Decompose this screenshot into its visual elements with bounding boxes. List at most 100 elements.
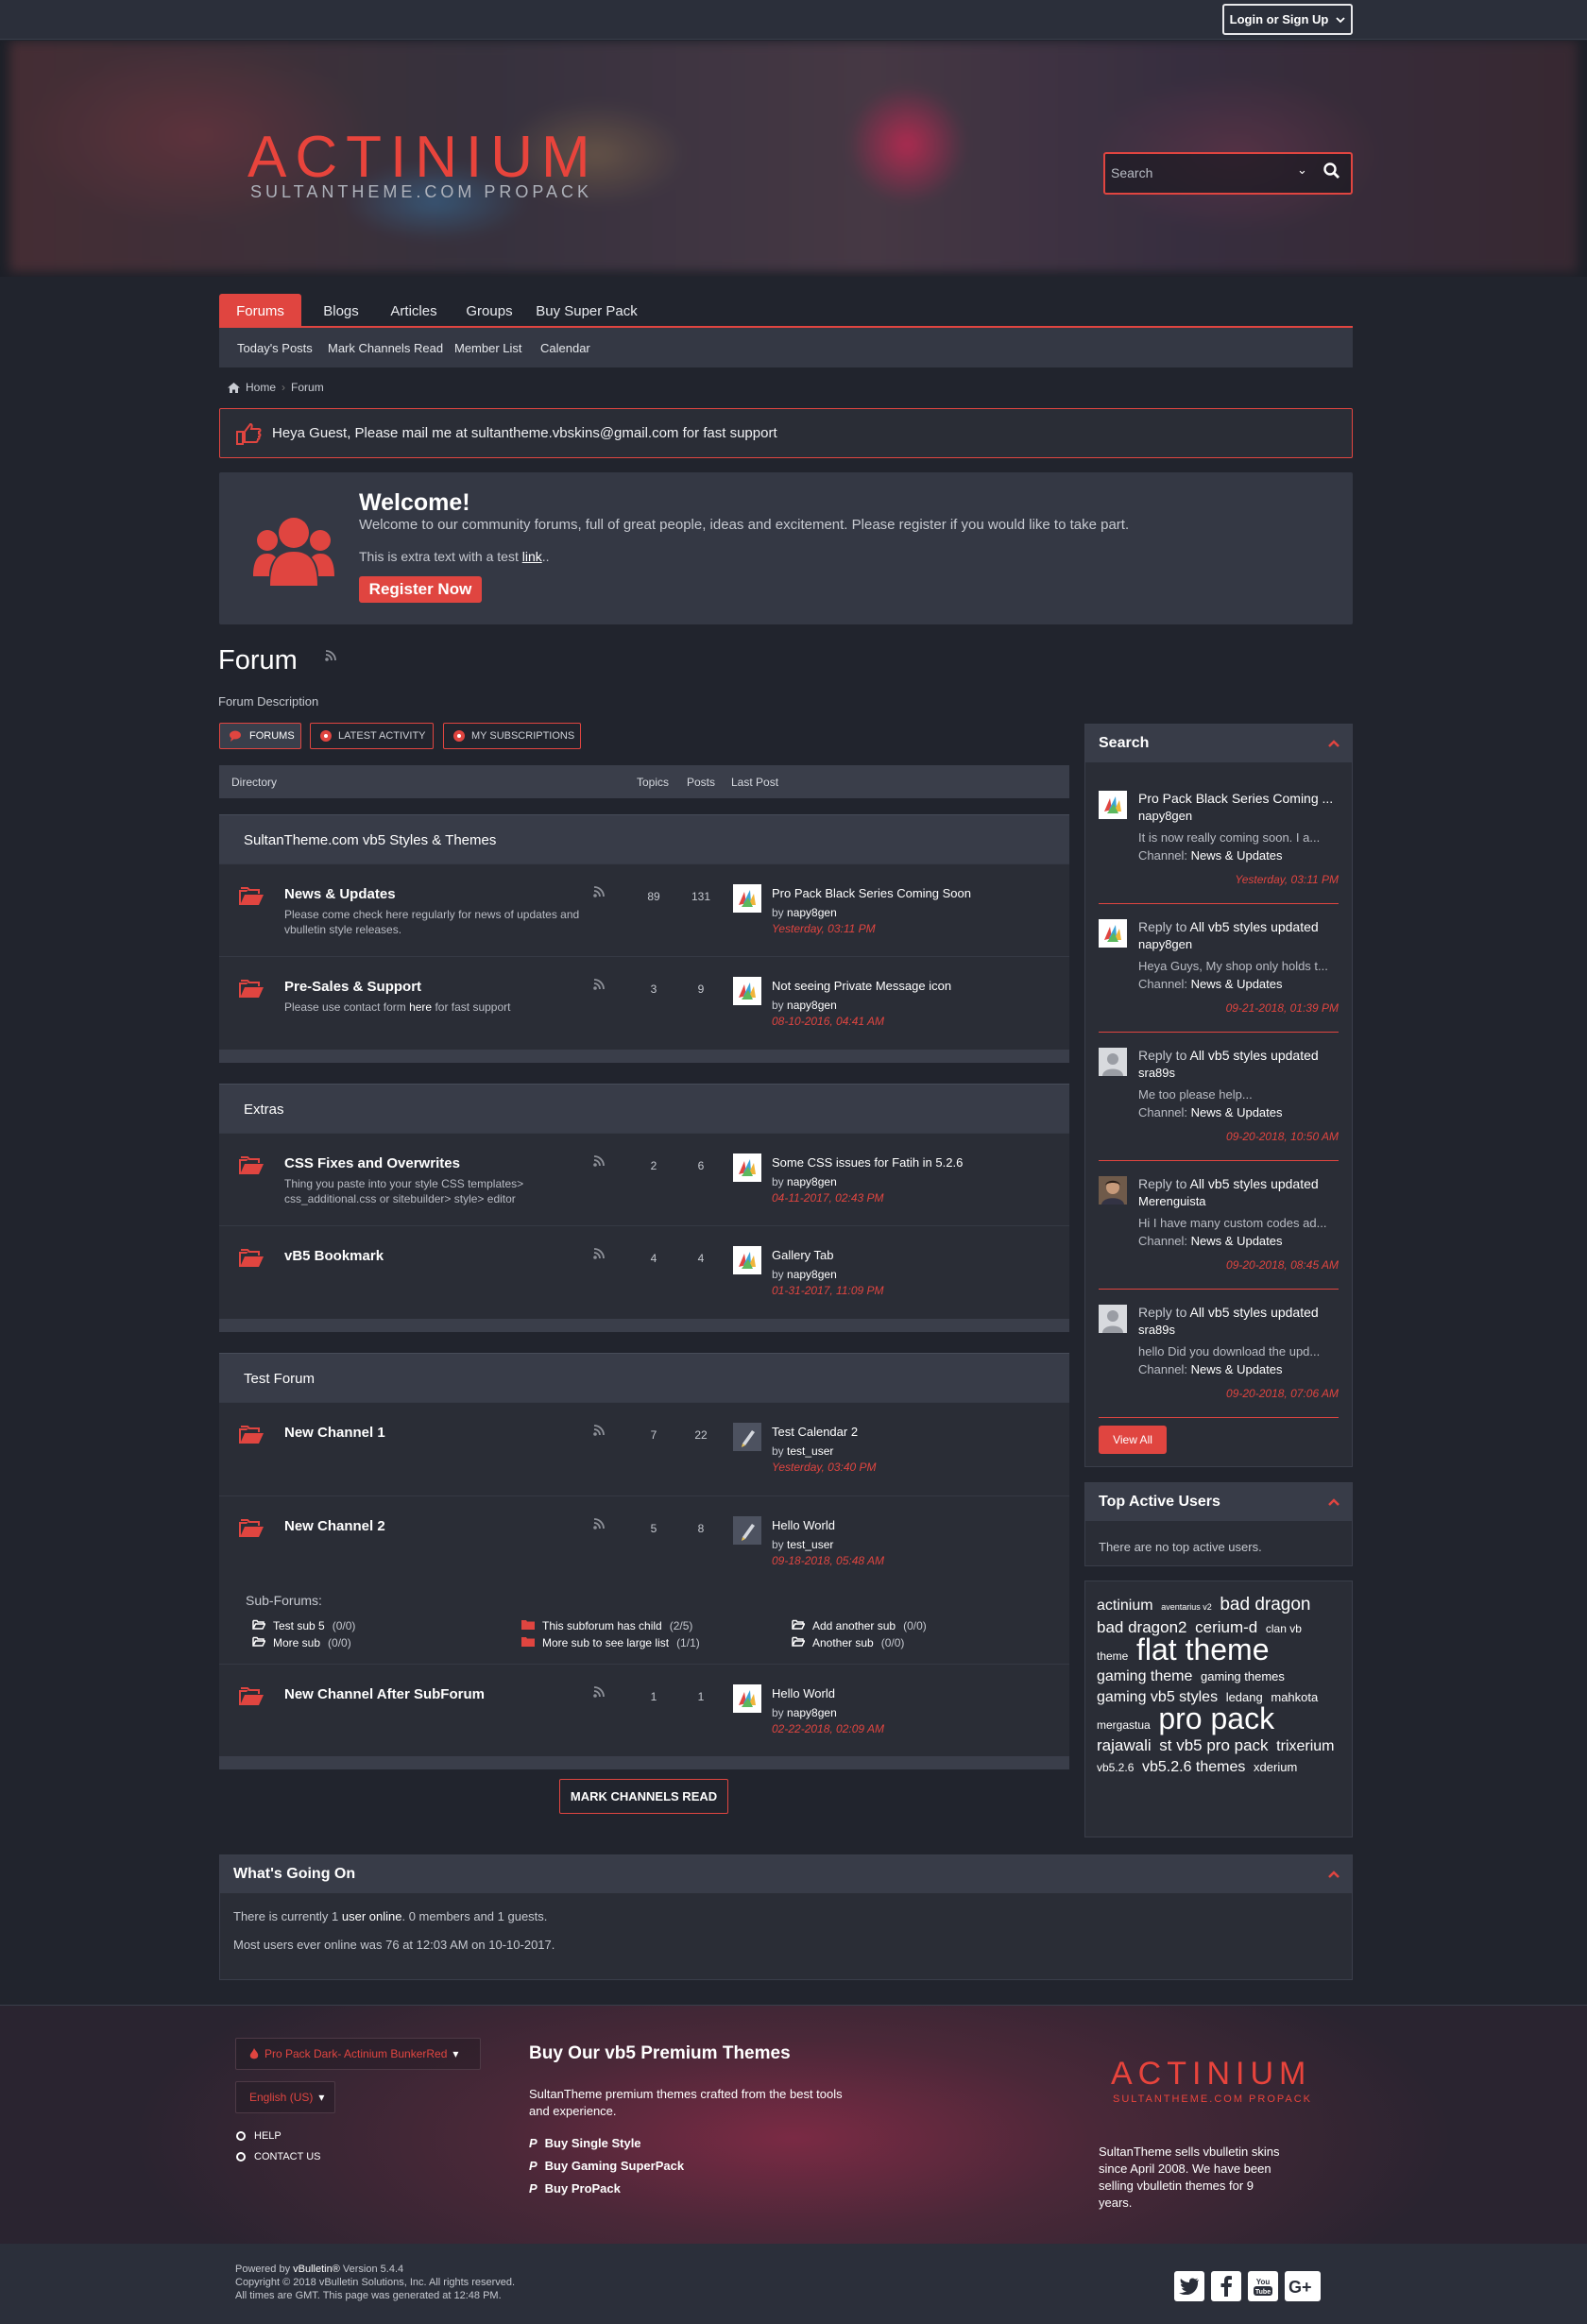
chevron-up-icon[interactable] — [1327, 1868, 1340, 1881]
activity-topic-link[interactable]: All vb5 styles updated — [1189, 1048, 1318, 1063]
tag-link[interactable]: gaming theme — [1097, 1668, 1192, 1684]
last-post-title-link[interactable]: Some CSS issues for Fatih in 5.2.6 — [772, 1155, 963, 1170]
last-post-user-link[interactable]: napy8gen — [787, 1175, 837, 1188]
user-online-link[interactable]: user online — [342, 1909, 402, 1923]
tag-link[interactable]: theme — [1097, 1649, 1128, 1663]
activity-topic-link[interactable]: All vb5 styles updated — [1189, 1305, 1318, 1320]
subforum-link[interactable]: More sub to see large list — [542, 1636, 669, 1649]
subnav-mark-channels-read[interactable]: Mark Channels Read — [328, 341, 443, 355]
last-post-title-link[interactable]: Test Calendar 2 — [772, 1425, 858, 1439]
search-icon[interactable] — [1322, 162, 1341, 180]
tag-link[interactable]: xderium — [1254, 1760, 1297, 1774]
help-link[interactable]: HELP — [236, 2130, 282, 2142]
chevron-up-icon[interactable] — [1327, 1495, 1340, 1509]
last-post-user-link[interactable]: napy8gen — [787, 906, 837, 919]
last-post-title-link[interactable]: Pro Pack Black Series Coming Soon — [772, 886, 971, 900]
last-post-user-link[interactable]: napy8gen — [787, 1706, 837, 1719]
welcome-test-link[interactable]: link — [522, 549, 542, 564]
activity-user-link[interactable]: napy8gen — [1138, 937, 1192, 951]
tab-blogs[interactable]: Blogs — [314, 294, 368, 328]
forum-title-link[interactable]: New Channel After SubForum — [284, 1686, 485, 1702]
subnav-todays-posts[interactable]: Today's Posts — [237, 341, 313, 355]
rss-icon[interactable] — [593, 1248, 605, 1259]
view-all-button[interactable]: View All — [1099, 1426, 1167, 1454]
rss-icon[interactable] — [593, 979, 605, 990]
tag-link[interactable]: mahkota — [1271, 1690, 1318, 1704]
subforum-link[interactable]: Test sub 5 — [273, 1619, 325, 1632]
subforum-link[interactable]: This subforum has child — [542, 1619, 662, 1632]
tag-link[interactable]: flat theme — [1136, 1632, 1270, 1666]
last-post-title-link[interactable]: Hello World — [772, 1686, 835, 1700]
channel-link[interactable]: News & Updates — [1191, 1234, 1283, 1248]
last-post-title-link[interactable]: Not seeing Private Message icon — [772, 979, 951, 993]
last-post-avatar[interactable] — [733, 1423, 761, 1451]
last-post-avatar[interactable] — [733, 977, 761, 1005]
tab-groups[interactable]: Groups — [459, 294, 520, 328]
last-post-avatar[interactable] — [733, 1516, 761, 1545]
login-signup-button[interactable]: Login or Sign Up — [1222, 4, 1353, 35]
last-post-user-link[interactable]: napy8gen — [787, 1268, 837, 1281]
subnav-member-list[interactable]: Member List — [454, 341, 522, 355]
category-title[interactable]: SultanTheme.com vb5 Styles & Themes — [244, 832, 496, 848]
activity-user-link[interactable]: napy8gen — [1138, 809, 1192, 823]
channel-link[interactable]: News & Updates — [1191, 848, 1283, 863]
activity-avatar[interactable] — [1099, 791, 1127, 819]
rss-icon[interactable] — [593, 1425, 605, 1436]
vbulletin-link[interactable]: vBulletin® — [293, 2264, 340, 2275]
tag-link[interactable]: rajawali — [1097, 1736, 1152, 1754]
tag-link[interactable]: bad dragon — [1220, 1595, 1310, 1615]
breadcrumb-home[interactable]: Home — [246, 381, 276, 394]
logo-title[interactable]: ACTINIUM — [247, 124, 599, 191]
tab-forums-view[interactable]: FORUMS — [219, 723, 301, 749]
tag-link[interactable]: gaming themes — [1201, 1669, 1285, 1683]
activity-avatar[interactable] — [1099, 1305, 1127, 1333]
chevron-up-icon[interactable] — [1327, 737, 1340, 750]
channel-link[interactable]: News & Updates — [1191, 977, 1283, 991]
forum-title-link[interactable]: New Channel 1 — [284, 1425, 385, 1441]
tab-buy-super-pack[interactable]: Buy Super Pack — [531, 294, 642, 328]
buy-gaming-superpack-link[interactable]: P Buy Gaming SuperPack — [529, 2159, 684, 2173]
activity-topic-link[interactable]: All vb5 styles updated — [1189, 1176, 1318, 1191]
rss-icon[interactable] — [593, 1686, 605, 1698]
subnav-calendar[interactable]: Calendar — [540, 341, 590, 355]
last-post-user-link[interactable]: test_user — [787, 1538, 833, 1551]
tag-link[interactable]: vb5.2.6 themes — [1142, 1759, 1245, 1775]
forum-title-link[interactable]: New Channel 2 — [284, 1518, 385, 1534]
facebook-icon[interactable] — [1211, 2271, 1241, 2301]
tag-link[interactable]: mergastua — [1097, 1718, 1151, 1732]
subforum-link[interactable]: Another sub — [812, 1636, 874, 1649]
tab-my-subscriptions[interactable]: MY SUBSCRIPTIONS — [443, 723, 581, 749]
forum-title-link[interactable]: CSS Fixes and Overwrites — [284, 1155, 460, 1171]
tag-link[interactable]: aventarius v2 — [1161, 1602, 1212, 1612]
forum-title-link[interactable]: News & Updates — [284, 886, 396, 902]
activity-user-link[interactable]: sra89s — [1138, 1323, 1175, 1337]
activity-avatar[interactable] — [1099, 1048, 1127, 1076]
twitter-icon[interactable] — [1174, 2271, 1204, 2301]
tab-forums[interactable]: Forums — [219, 294, 301, 328]
activity-avatar[interactable] — [1099, 1176, 1127, 1205]
youtube-icon[interactable]: You Tube — [1248, 2271, 1278, 2301]
forum-title-link[interactable]: Pre-Sales & Support — [284, 979, 421, 995]
subforum-link[interactable]: Add another sub — [812, 1619, 896, 1632]
search-input[interactable] — [1111, 165, 1290, 180]
tab-latest-activity[interactable]: LATEST ACTIVITY — [310, 723, 434, 749]
contact-us-link[interactable]: CONTACT US — [236, 2151, 321, 2162]
rss-icon[interactable] — [593, 1518, 605, 1529]
tag-link[interactable]: clan vb — [1266, 1622, 1302, 1635]
last-post-avatar[interactable] — [733, 1153, 761, 1182]
buy-single-style-link[interactable]: P Buy Single Style — [529, 2136, 641, 2150]
tag-link[interactable]: trixerium — [1276, 1738, 1334, 1754]
google-plus-icon[interactable]: G+ — [1285, 2271, 1321, 2301]
channel-link[interactable]: News & Updates — [1191, 1362, 1283, 1376]
tag-link[interactable]: pro pack — [1158, 1701, 1274, 1735]
rss-icon[interactable] — [593, 886, 605, 897]
last-post-avatar[interactable] — [733, 884, 761, 913]
tag-link[interactable]: st vb5 pro pack — [1159, 1736, 1268, 1754]
activity-user-link[interactable]: Merenguista — [1138, 1194, 1206, 1208]
activity-avatar[interactable] — [1099, 919, 1127, 948]
activity-user-link[interactable]: sra89s — [1138, 1066, 1175, 1080]
forum-title-link[interactable]: vB5 Bookmark — [284, 1248, 384, 1264]
last-post-title-link[interactable]: Gallery Tab — [772, 1248, 834, 1262]
last-post-user-link[interactable]: test_user — [787, 1444, 833, 1458]
buy-propack-link[interactable]: P Buy ProPack — [529, 2181, 621, 2196]
